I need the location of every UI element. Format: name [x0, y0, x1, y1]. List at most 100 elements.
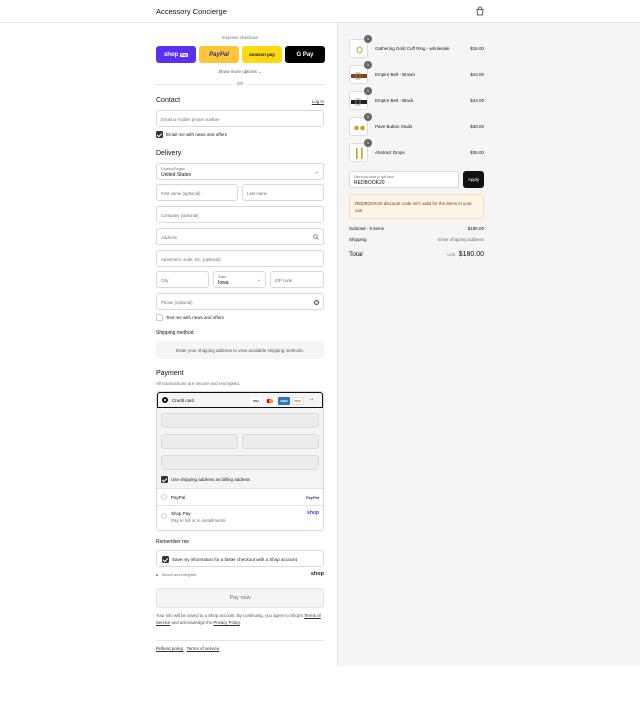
delivery-title: Delivery: [156, 150, 182, 157]
show-more-options[interactable]: Show more options ⌄: [156, 69, 324, 75]
subtotal-value: $180.00: [467, 226, 484, 231]
total-value-group: USD $180.00: [447, 251, 484, 258]
item-name: Empire Belt - Black: [375, 98, 414, 103]
shipping-value: Enter shipping address: [437, 237, 484, 242]
terms-of-service-link[interactable]: Terms of service: [187, 646, 220, 651]
fine-print-text: and acknowledge the: [171, 620, 213, 625]
billing-checkbox[interactable]: [161, 476, 168, 483]
chevron-down-icon: ⌄: [256, 277, 261, 283]
company-placeholder: Company (optional): [161, 212, 199, 218]
save-info-box[interactable]: Save my information for a faster checkou…: [156, 550, 324, 567]
payment-subtitle: All transactions are secure and encrypte…: [156, 381, 241, 386]
country-label: Country/Region: [161, 166, 186, 171]
city-field[interactable]: City: [156, 271, 209, 288]
apartment-placeholder: Apartment, suite, etc. (optional): [161, 256, 221, 262]
shipping-row: Shipping Enter shipping address: [349, 237, 484, 242]
card-number-field[interactable]: [161, 413, 319, 428]
zip-field[interactable]: ZIP code: [270, 271, 324, 288]
fine-print-text: Your info will be saved to a Shop accoun…: [156, 613, 304, 618]
total-value: $180.00: [458, 251, 484, 258]
shop-pay-option[interactable]: Shop Pay Pay in full or in installments …: [157, 505, 323, 530]
billing-label: Use shipping address as billing address: [171, 477, 251, 482]
visa-icon: VISA: [250, 397, 262, 405]
privacy-link[interactable]: Privacy Policy: [213, 620, 239, 625]
quantity-badge: 1: [364, 139, 372, 147]
paypal-button[interactable]: PayPal: [199, 46, 239, 63]
secure-row: 🔒︎ Secure and encrypted shop: [156, 571, 324, 579]
item-price: $16.00: [470, 46, 484, 51]
state-select[interactable]: State Iowa ⌄: [213, 271, 266, 288]
paypal-option[interactable]: PayPal PayPal: [157, 488, 323, 505]
phone-field[interactable]: Phone (optional) ?: [156, 293, 324, 310]
cart-item: 1 Empire Belt - Brown $44.00: [349, 61, 484, 85]
state-value: Iowa: [218, 280, 229, 286]
discount-label: Discount code or gift card: [354, 174, 394, 179]
state-label: State: [218, 274, 227, 279]
lock-icon: 🔒︎: [156, 572, 159, 577]
cart-item: 1 Abstract Drops $36.00: [349, 139, 484, 163]
quantity-badge: 1: [364, 35, 372, 43]
shop-pay-label: Shop Pay: [171, 511, 191, 516]
subtotal-label: Subtotal · 5 items: [349, 226, 385, 231]
chevron-down-icon: ⌄: [314, 169, 319, 175]
quantity-badge: 1: [364, 61, 372, 69]
shop-pay-badge: Pay: [179, 52, 189, 57]
subtotal-row: Subtotal · 5 items $180.00: [349, 226, 484, 231]
shop-pay-sub: Pay in full or in installments: [171, 518, 226, 523]
text-offers-checkbox[interactable]: [156, 314, 163, 321]
address-placeholder: Address: [161, 234, 177, 240]
payment-methods: Credit card VISA AMEX DISC ⇢ Use shippin…: [156, 391, 324, 531]
amazon-pay-button[interactable]: amazon pay: [242, 46, 282, 63]
shop-pay-text: shop: [163, 51, 179, 58]
credit-card-radio[interactable]: [162, 397, 168, 403]
company-field[interactable]: Company (optional): [156, 206, 324, 223]
total-label: Total: [349, 251, 363, 258]
store-name[interactable]: Accessory Concierge: [156, 7, 227, 16]
credit-card-option[interactable]: Credit card VISA AMEX DISC ⇢: [157, 392, 323, 408]
fine-print: Your info will be saved to a Shop accoun…: [156, 612, 324, 626]
or-divider: OR: [156, 80, 324, 88]
security-code-field[interactable]: [242, 434, 319, 449]
email-field[interactable]: Email or mobile phone number: [156, 110, 324, 127]
footer-divider: [156, 640, 324, 641]
paypal-radio[interactable]: [161, 494, 167, 500]
express-checkout-label: Express checkout: [222, 35, 258, 40]
help-icon[interactable]: ?: [314, 300, 319, 305]
discount-code-field[interactable]: Discount code or gift card REDBOOK20: [349, 171, 459, 188]
cart-item: 1 Pave Button Studs $36.00: [349, 113, 484, 137]
address-field[interactable]: Address: [156, 228, 324, 245]
fine-print-end: .: [239, 620, 241, 625]
zip-placeholder: ZIP code: [275, 277, 293, 283]
apply-button[interactable]: Apply: [463, 171, 484, 188]
apartment-field[interactable]: Apartment, suite, etc. (optional): [156, 250, 324, 267]
shop-pay-button[interactable]: shop Pay: [156, 46, 196, 63]
shopping-bag-icon[interactable]: [475, 6, 485, 16]
pay-now-button[interactable]: Pay now: [156, 588, 324, 608]
login-link[interactable]: Log in: [312, 99, 324, 104]
city-placeholder: City: [161, 277, 169, 283]
refund-policy-link[interactable]: Refund policy: [156, 646, 183, 651]
first-name-field[interactable]: First name (optional): [156, 184, 238, 201]
shipping-method-message: Enter your shipping address to view avai…: [156, 341, 324, 359]
remember-title: Remember me: [156, 539, 190, 545]
last-name-field[interactable]: Last name: [242, 184, 324, 201]
name-on-card-field[interactable]: [161, 455, 319, 470]
contact-title: Contact: [156, 97, 181, 104]
first-name-placeholder: First name (optional): [161, 190, 201, 196]
news-checkbox[interactable]: [156, 131, 163, 138]
total-row: Total USD $180.00: [349, 251, 484, 258]
item-price: $44.00: [470, 72, 484, 77]
country-select[interactable]: Country/Region United States ⌄: [156, 163, 324, 180]
expiry-field[interactable]: [161, 434, 238, 449]
google-pay-button[interactable]: G Pay: [285, 46, 325, 63]
shipping-method-title: Shipping method: [156, 330, 194, 336]
discount-value: REDBOOK20: [354, 180, 385, 186]
cart-item: 1 Empire Belt - Black $44.00: [349, 87, 484, 111]
save-info-checkbox[interactable]: [162, 556, 169, 563]
text-offers-label: Text me with news and offers: [166, 315, 224, 320]
credit-card-form: Use shipping address as billing address: [157, 408, 323, 488]
shop-pay-radio[interactable]: [161, 513, 167, 519]
item-name: Empire Belt - Brown: [375, 72, 416, 77]
mastercard-icon: [264, 397, 276, 405]
quantity-badge: 1: [364, 87, 372, 95]
